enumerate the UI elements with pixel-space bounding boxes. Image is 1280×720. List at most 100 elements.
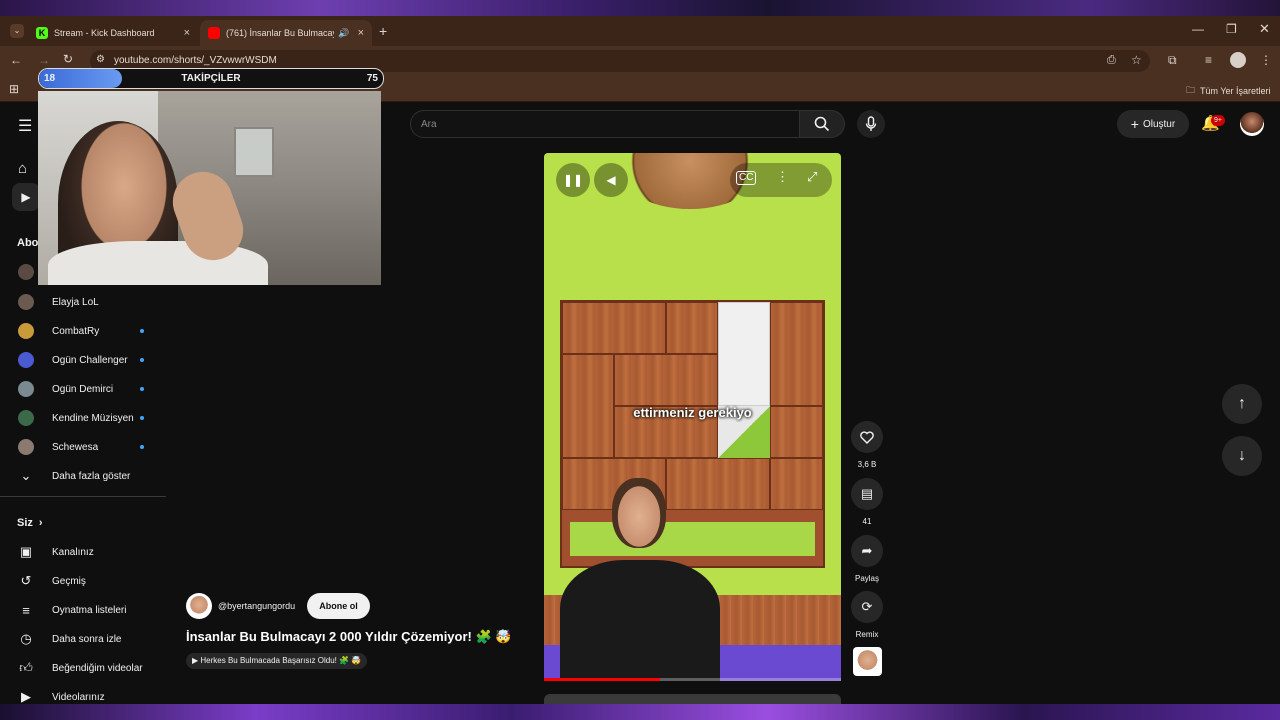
sidebar-divider: [0, 496, 166, 497]
new-content-dot: [140, 445, 144, 449]
search-button[interactable]: [799, 110, 845, 138]
all-bookmarks-folder[interactable]: 🗀 Tüm Yer İşaretleri: [1186, 83, 1271, 99]
new-content-dot: [140, 387, 144, 391]
comments-button[interactable]: ▤: [851, 478, 883, 510]
like-button[interactable]: [851, 421, 883, 453]
comment-icon: ▤: [860, 486, 874, 501]
sound-thumbnail[interactable]: [853, 647, 882, 676]
forward-icon[interactable]: →: [38, 53, 50, 67]
subscribe-button[interactable]: Abone ol: [307, 593, 370, 619]
new-tab-icon[interactable]: +: [379, 23, 387, 39]
channel-avatar: [18, 410, 34, 426]
sidebar-item-history[interactable]: ↺ Geçmiş: [0, 567, 166, 595]
follower-goal-bar: 18 TAKİPÇİLER 75: [38, 68, 384, 89]
tab-search-chevron-icon[interactable]: ⌄: [10, 24, 24, 38]
show-more-button[interactable]: ⌄ Daha fazla göster: [0, 462, 166, 490]
related-video-chip[interactable]: ▶ Herkes Bu Bulmacada Başarısız Oldu! 🧩 …: [186, 653, 368, 669]
tab-kick-dashboard[interactable]: K Stream - Kick Dashboard ×: [28, 20, 198, 46]
sidebar-item-playlists[interactable]: ≡ Oynatma listeleri: [0, 596, 166, 624]
remix-label: Remix: [855, 630, 879, 639]
reload-icon[interactable]: ↻: [63, 52, 73, 66]
like-count: 3,6 B: [857, 460, 877, 469]
notification-count-badge: 9+: [1211, 115, 1225, 126]
comment-count: 41: [862, 517, 872, 526]
sidebar-subscription[interactable]: Ogün Challenger: [0, 346, 166, 374]
bookmark-star-icon[interactable]: ☆: [1131, 53, 1142, 67]
channel-avatar: [18, 323, 34, 339]
account-avatar[interactable]: [1240, 112, 1264, 136]
shorts-icon[interactable]: ▶: [12, 183, 40, 211]
share-button[interactable]: ➦: [851, 535, 883, 567]
puzzle-piece: [614, 354, 718, 406]
channel-avatar[interactable]: [186, 593, 212, 619]
video-progress-track[interactable]: [544, 678, 841, 681]
puzzle-white-block: [718, 302, 770, 406]
url-text: youtube.com/shorts/_VZvwwrWSDM: [114, 55, 277, 66]
captions-icon[interactable]: CC: [736, 171, 757, 185]
previous-short-button[interactable]: ↑: [1222, 384, 1262, 424]
share-label: Paylaş: [854, 574, 879, 583]
back-icon[interactable]: ←: [10, 53, 22, 67]
sidebar-subscription[interactable]: Schewesa: [0, 433, 166, 461]
presenter: [560, 478, 720, 681]
home-icon[interactable]: ⌂: [18, 160, 27, 177]
sidebar-subscription[interactable]: Elayja LoL: [0, 288, 166, 316]
video-icon: ▶: [21, 689, 31, 704]
next-short-button[interactable]: ↓: [1222, 436, 1262, 476]
sidebar-subscription[interactable]: Ogün Demirci: [0, 375, 166, 403]
short-title[interactable]: İnsanlar Bu Bulmacayı 2 000 Yıldır Çözem…: [186, 629, 536, 645]
search-input[interactable]: Ara: [410, 110, 800, 138]
chevron-right-icon: ›: [38, 517, 43, 529]
apps-grid-icon[interactable]: ⊞: [9, 82, 19, 96]
pause-button[interactable]: ❚❚: [556, 163, 590, 197]
puzzle-piece: [666, 302, 718, 354]
youtube-icon: [208, 27, 220, 39]
sidebar-subscription[interactable]: Kendine Müzisyen: [0, 404, 166, 432]
sidebar-subscription[interactable]: CombatRy: [0, 317, 166, 345]
site-info-icon[interactable]: ⚙: [96, 54, 105, 65]
presenter-head: [612, 478, 666, 548]
profile-avatar[interactable]: [1230, 52, 1246, 68]
playlist-icon: ≡: [22, 602, 30, 618]
new-content-dot: [140, 416, 144, 420]
voice-search-button[interactable]: [857, 110, 885, 138]
more-options-icon[interactable]: ⋮: [776, 169, 789, 185]
remix-button[interactable]: ⟳: [851, 591, 883, 623]
close-window-icon[interactable]: ✕: [1259, 21, 1270, 37]
extensions-icon[interactable]: ⧉: [1168, 53, 1177, 68]
next-short-preview[interactable]: [544, 694, 841, 704]
install-app-icon[interactable]: ⎙: [1107, 54, 1116, 67]
stream-glow-bottom: [0, 704, 1280, 720]
tab-title: (761) İnsanlar Bu Bulmacayı: [226, 28, 334, 38]
puzzle-piece: [770, 302, 823, 406]
restore-icon[interactable]: ❐: [1226, 22, 1237, 36]
channel-avatar[interactable]: [18, 264, 34, 280]
thumbs-up-icon: 👍︎: [19, 660, 33, 675]
sidebar-item-liked-videos[interactable]: 👍︎ Beğendiğim videolar: [0, 654, 166, 682]
sidebar-item-watch-later[interactable]: ◷ Daha sonra izle: [0, 625, 166, 653]
tab-youtube-short[interactable]: (761) İnsanlar Bu Bulmacayı 🔊 ×: [200, 20, 372, 46]
video-caption: ettirmeniz gerekiyo: [633, 405, 752, 420]
search-icon: [814, 116, 830, 132]
channel-handle[interactable]: @byertangungordu: [218, 601, 295, 611]
fullscreen-icon[interactable]: ⤢: [807, 169, 817, 185]
tab-title: Stream - Kick Dashboard: [54, 28, 155, 38]
minimize-icon[interactable]: —: [1192, 22, 1204, 36]
create-button[interactable]: + Oluştur: [1117, 110, 1189, 138]
subscriptions-heading: Abo: [17, 237, 39, 249]
hamburger-menu-icon[interactable]: ☰: [18, 116, 32, 136]
wall-picture: [234, 127, 274, 177]
share-icon: ➦: [861, 543, 873, 558]
clock-icon: ◷: [20, 631, 32, 646]
sidebar-item-your-channel[interactable]: ▣ Kanalınız: [0, 538, 166, 566]
audio-playing-icon[interactable]: 🔊: [338, 28, 349, 39]
media-control-icon[interactable]: ≡: [1205, 53, 1212, 67]
browser-menu-icon[interactable]: ⋮: [1260, 53, 1272, 67]
microphone-icon: [865, 116, 877, 131]
you-section-heading[interactable]: Siz ›: [17, 517, 43, 529]
close-tab-icon[interactable]: ×: [358, 27, 364, 39]
chevron-down-icon: ⌄: [20, 468, 32, 483]
close-tab-icon[interactable]: ×: [184, 27, 190, 39]
mute-button[interactable]: ◀: [594, 163, 628, 197]
puzzle-piece: [770, 458, 823, 510]
